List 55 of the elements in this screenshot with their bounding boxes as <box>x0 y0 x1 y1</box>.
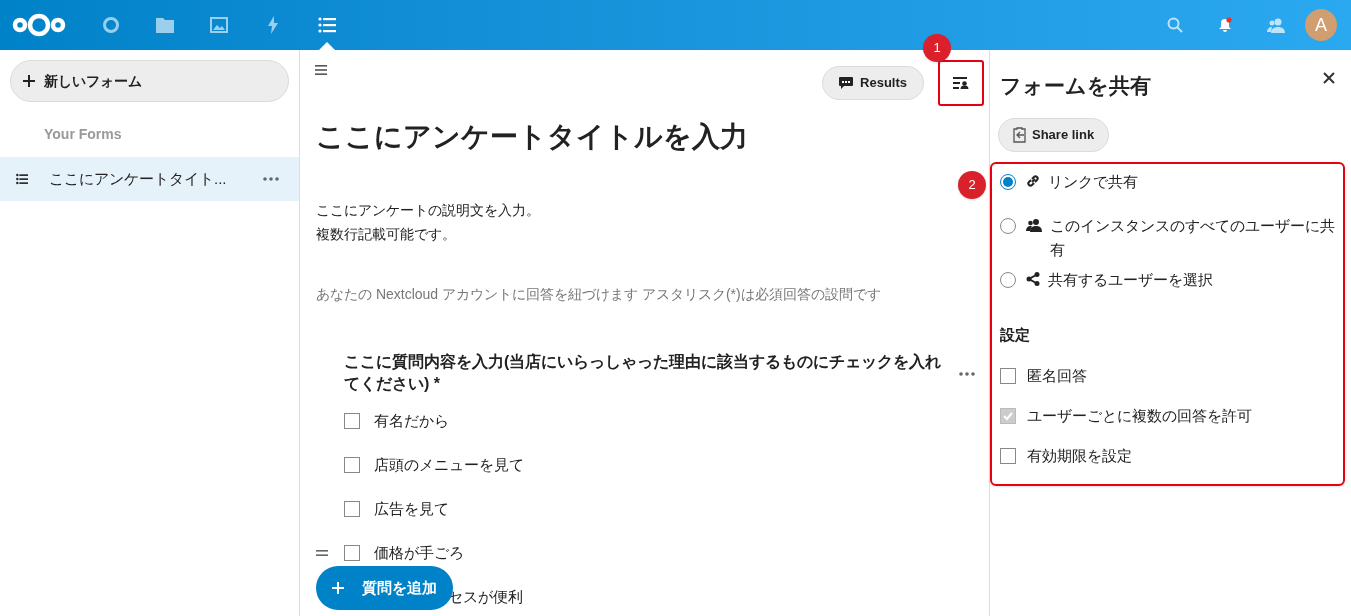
info-text: あなたの Nextcloud アカウントに回答を紐づけます アスタリスク(*)は必須回答の設問です <box>316 285 882 304</box>
setting-label: ユーザーごとに複数の回答を許可 <box>1027 405 1252 426</box>
folder-icon <box>156 17 174 33</box>
results-button[interactable]: Results <box>822 66 924 100</box>
clipboard-icon <box>1013 126 1027 143</box>
search-icon[interactable] <box>1167 17 1183 33</box>
setting-label: 有効期限を設定 <box>1027 445 1132 466</box>
share-link-button[interactable]: Share link <box>998 117 1110 152</box>
plus-icon <box>332 582 344 594</box>
checkbox[interactable] <box>1000 368 1016 384</box>
option-label: 店頭のメニューを見て <box>374 454 524 475</box>
users-icon <box>1026 217 1042 232</box>
circle-icon <box>102 16 120 34</box>
active-indicator <box>319 42 335 50</box>
plus-icon <box>23 75 35 87</box>
list-icon <box>318 17 336 33</box>
checkbox[interactable] <box>344 457 360 473</box>
checkbox[interactable] <box>1000 448 1016 464</box>
contacts-icon[interactable] <box>1267 17 1285 33</box>
form-description: ここにアンケートの説明文を入力。 <box>316 201 541 220</box>
image-icon <box>210 17 228 33</box>
checkbox[interactable] <box>344 545 360 561</box>
form-list-item[interactable]: ここにアンケートタイト... <box>0 157 299 201</box>
option-label: 広告を見て <box>374 498 449 519</box>
more-icon[interactable] <box>263 177 279 181</box>
form-title: ここにアンケートタイトルを入力 <box>316 120 749 154</box>
checkbox[interactable] <box>344 501 360 517</box>
lightning-icon <box>267 16 279 34</box>
annotation-marker: 2 <box>958 171 986 199</box>
share-option-label: 共有するユーザーを選択 <box>1048 269 1213 290</box>
section-heading: Your Forms <box>44 125 123 144</box>
question-text: ここに質問内容を入力(当店にいらっしゃった理由に該当するものにチェックを入れてください) * <box>344 352 943 394</box>
share-settings-icon <box>953 77 969 89</box>
annotation-marker: 1 <box>923 34 951 62</box>
option-label: 価格が手ごろ <box>374 542 464 563</box>
more-icon[interactable] <box>959 372 975 376</box>
close-icon[interactable] <box>1323 72 1335 84</box>
share-icon <box>1026 271 1040 286</box>
logo-icon[interactable] <box>12 12 66 38</box>
sharing-toggle-button[interactable] <box>938 60 984 106</box>
form-description: 複数行記載可能です。 <box>316 225 457 244</box>
bell-icon[interactable] <box>1217 17 1233 33</box>
checkbox[interactable] <box>344 413 360 429</box>
list-icon <box>16 173 28 185</box>
comment-icon <box>839 77 854 89</box>
new-form-button[interactable]: 新しいフォーム <box>10 60 289 102</box>
settings-heading: 設定 <box>1000 324 1031 345</box>
share-option-label: このインスタンスのすべてのユーザーに共有 <box>1050 215 1336 260</box>
share-option-label: リンクで共有 <box>1048 171 1138 192</box>
drag-handle-icon[interactable] <box>316 550 328 556</box>
panel-title: フォームを共有 <box>1000 73 1151 99</box>
setting-label: 匿名回答 <box>1027 365 1087 386</box>
menu-icon[interactable] <box>315 64 327 76</box>
link-icon <box>1026 173 1040 188</box>
option-label: 有名だから <box>374 410 449 431</box>
